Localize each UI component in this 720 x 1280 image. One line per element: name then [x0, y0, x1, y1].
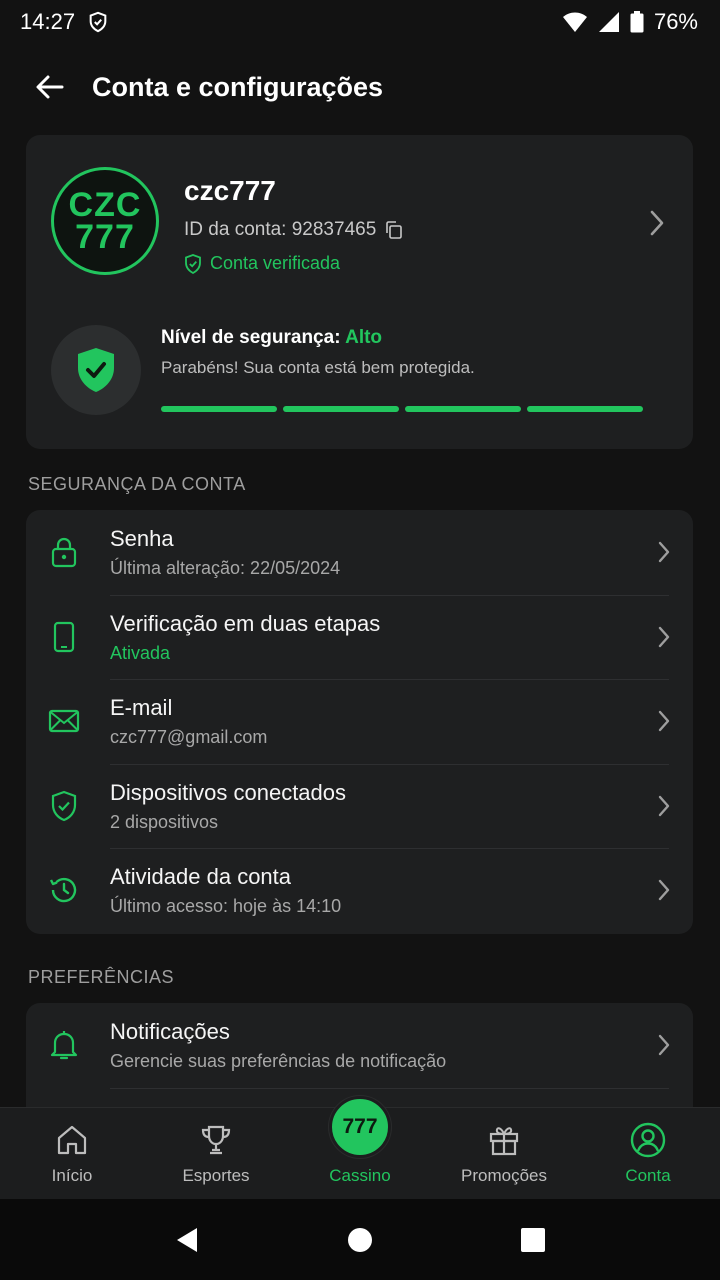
- status-right: 76%: [562, 9, 698, 35]
- verified-label: Conta verificada: [210, 253, 341, 273]
- section-header-preferences: PREFERÊNCIAS: [28, 967, 175, 987]
- square-recents-icon: [521, 1227, 546, 1252]
- home-icon: [55, 1122, 89, 1158]
- list-item-title: E-mail: [110, 695, 173, 720]
- list-item-title: Verificação em duas etapas: [110, 610, 381, 636]
- list-item-subtitle: 2 dispositivos: [110, 811, 219, 832]
- status-time: 14:27: [20, 9, 76, 34]
- nav-label: Conta: [625, 1166, 671, 1185]
- system-nav-bar: [0, 1199, 720, 1280]
- status-left: 14:27: [20, 9, 109, 35]
- shield-check-icon: [48, 790, 80, 822]
- lock-icon: [48, 536, 80, 568]
- verified-row: Conta verificada: [184, 253, 340, 274]
- security-list: Senha Última alteração: 22/05/2024 Verif…: [26, 510, 693, 934]
- nav-promotions[interactable]: Promoções: [432, 1108, 576, 1199]
- gift-icon: [487, 1122, 521, 1158]
- system-back-button[interactable]: [162, 1215, 212, 1265]
- top-bar: Conta e configurações: [0, 56, 720, 118]
- avatar-text-line1: CZC: [68, 186, 142, 224]
- list-item-two-step[interactable]: Verificação em duas etapas Ativada: [26, 594, 693, 680]
- list-item-password[interactable]: Senha Última alteração: 22/05/2024: [26, 510, 693, 595]
- security-shield-icon: [78, 348, 114, 392]
- history-icon: [48, 874, 80, 906]
- nav-home[interactable]: Início: [0, 1108, 144, 1199]
- chevron-right-icon: [657, 540, 671, 569]
- list-item-title: Atividade da conta: [110, 864, 292, 889]
- security-progress-segment: [405, 406, 521, 412]
- avatar-text-line2: 777: [75, 218, 135, 256]
- back-button[interactable]: [30, 67, 70, 107]
- list-item-subtitle: Última alteração: 22/05/2024: [110, 558, 341, 578]
- bell-icon: [48, 1029, 80, 1061]
- battery-icon: [630, 11, 644, 33]
- copy-icon[interactable]: [384, 220, 404, 240]
- security-level-label: Nível de segurança:: [161, 327, 341, 348]
- username: czc777: [184, 175, 276, 206]
- list-item-subtitle: Último acesso: hoje às 14:10: [110, 896, 342, 916]
- nav-label: Esportes: [182, 1166, 250, 1185]
- security-level-value: Alto: [345, 327, 383, 348]
- casino-icon: 777: [329, 1096, 391, 1158]
- nav-label: Promoções: [461, 1166, 547, 1185]
- battery-percent: 76%: [653, 9, 698, 34]
- list-item-devices[interactable]: Dispositivos conectados 2 dispositivos: [26, 763, 693, 849]
- arrow-left-icon: [36, 75, 64, 99]
- triangle-back-icon: [176, 1227, 197, 1252]
- list-item-subtitle: Gerencie suas preferências de notificaçã…: [110, 1051, 447, 1071]
- security-level-title: Nível de segurança: Alto: [161, 327, 382, 349]
- page-title: Conta e configurações: [92, 71, 384, 102]
- nav-casino[interactable]: 777 Cassino: [288, 1096, 432, 1199]
- bottom-nav: Início Esportes 777 Cassino Promoções Co…: [0, 1096, 720, 1199]
- system-recents-button[interactable]: [508, 1215, 558, 1265]
- nav-label: Cassino: [329, 1166, 391, 1185]
- security-message: Parabéns! Sua conta está bem protegida.: [161, 358, 475, 377]
- signal-icon: [598, 11, 620, 33]
- account-id: ID da conta: 92837465: [184, 219, 377, 240]
- nav-account[interactable]: Conta: [576, 1108, 720, 1199]
- mail-icon: [48, 705, 80, 737]
- security-shield-badge: [51, 325, 141, 415]
- chevron-right-icon: [657, 1033, 671, 1062]
- avatar: CZC 777: [51, 167, 159, 275]
- chevron-right-icon: [657, 794, 671, 823]
- security-progress-segment: [283, 406, 399, 412]
- list-item-subtitle: czc777@gmail.com: [110, 727, 268, 747]
- profile-card[interactable]: CZC 777 czc777 ID da conta: 92837465 Con…: [26, 135, 693, 449]
- trophy-icon: [199, 1122, 233, 1158]
- account-icon: [630, 1122, 666, 1158]
- security-progress-segment: [161, 406, 277, 412]
- nav-sports[interactable]: Esportes: [144, 1108, 288, 1199]
- chevron-right-icon: [657, 625, 671, 654]
- shield-status-icon: [87, 11, 109, 33]
- list-item-title: Dispositivos conectados: [110, 779, 347, 805]
- list-item-email[interactable]: E-mail czc777@gmail.com: [26, 679, 693, 764]
- phone-icon: [48, 621, 80, 653]
- security-progress-bar: [161, 406, 643, 412]
- section-header-security: SEGURANÇA DA CONTA: [28, 474, 246, 494]
- system-home-button[interactable]: [335, 1215, 385, 1265]
- nav-label: Início: [51, 1166, 93, 1185]
- status-bar: 14:27 76%: [0, 0, 720, 44]
- circle-home-icon: [347, 1227, 372, 1252]
- wifi-icon: [562, 11, 588, 33]
- security-progress-segment: [527, 406, 643, 412]
- chevron-right-icon: [657, 878, 671, 907]
- list-item-notifications[interactable]: Notificações Gerencie suas preferências …: [26, 1003, 693, 1088]
- chevron-right-icon: [657, 709, 671, 738]
- list-item-subtitle: Ativada: [110, 642, 171, 663]
- profile-chevron-icon[interactable]: [649, 209, 665, 242]
- list-item-title: Senha: [110, 526, 174, 551]
- list-item-title: Notificações: [110, 1019, 230, 1044]
- verified-shield-icon: [184, 253, 202, 274]
- list-item-activity[interactable]: Atividade da conta Último acesso: hoje à…: [26, 848, 693, 933]
- account-id-row: ID da conta: 92837465: [184, 219, 404, 241]
